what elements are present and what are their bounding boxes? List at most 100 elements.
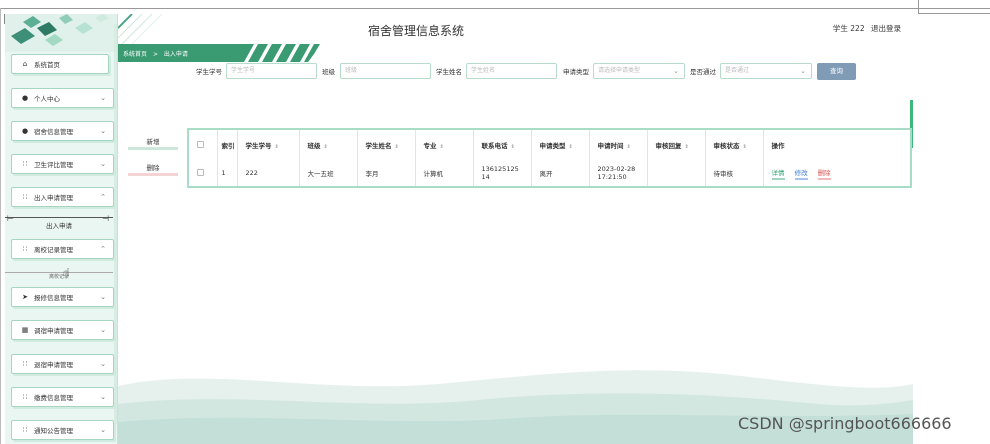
col-label: 审核回复 xyxy=(655,142,682,150)
sidebar-scrollbar[interactable] xyxy=(114,24,117,424)
approved-label: 是否通过 xyxy=(690,68,716,76)
cell-index: 1 xyxy=(216,160,237,186)
sort-icon: ⇕ xyxy=(626,144,631,150)
chevron-up-icon: ⌃ xyxy=(100,193,106,201)
grid-icon: ∷ xyxy=(22,426,28,434)
cell-student-no: 222 xyxy=(236,160,299,186)
col-label: 学生学号 xyxy=(245,142,272,150)
cell-name: 李月 xyxy=(356,160,415,186)
sidebar-item-label: 缴费信息管理 xyxy=(34,394,73,402)
col-label: 学生姓名 xyxy=(365,142,392,150)
student-name-label: 学生姓名 xyxy=(436,68,462,76)
apply-type-placeholder: 请选择申请类型 xyxy=(598,67,641,74)
class-label: 班级 xyxy=(322,68,335,76)
sidebar-item-label: 通知公告管理 xyxy=(34,427,73,435)
col-label: 联系电话 xyxy=(481,142,508,150)
sidebar-item-leave-record[interactable]: ∷ 离校记录管理 ⌃ xyxy=(11,239,114,259)
student-name-placeholder: 学生姓名 xyxy=(471,67,496,74)
col-student-name[interactable]: 学生姓名 ⇕ xyxy=(356,130,415,160)
sidebar-item-home[interactable]: ⌂ 系统首页 xyxy=(11,54,109,74)
chevron-up-icon: ⌃ xyxy=(100,245,106,253)
apply-type-label: 申请类型 xyxy=(563,68,589,76)
divider-tick-icon: ⊢ xyxy=(7,214,14,223)
watermark: CSDN @springboot666666 xyxy=(738,414,952,433)
send-icon: ➤ xyxy=(22,293,28,301)
sidebar-item-label: 出入申请管理 xyxy=(34,194,73,202)
chevron-down-icon: ⌄ xyxy=(100,426,106,434)
chevron-down-icon: ⌄ xyxy=(100,160,106,168)
row-checkbox[interactable] xyxy=(189,160,217,186)
select-all-checkbox[interactable] xyxy=(189,130,217,160)
col-label: 操作 xyxy=(771,142,785,150)
sidebar-item-personal-center[interactable]: ● 个人中心 ⌄ xyxy=(11,88,114,108)
student-name-input[interactable]: 学生姓名 xyxy=(466,63,557,79)
col-student-no[interactable]: 学生学号 ⇕ xyxy=(236,130,299,160)
col-status[interactable]: 审核状态 ⇕ xyxy=(704,130,763,160)
sort-icon: ⇕ xyxy=(742,144,747,150)
col-phone[interactable]: 联系电话 ⇕ xyxy=(472,130,531,160)
grid-icon: ∷ xyxy=(22,393,28,401)
mouse-cursor-icon: ☝ xyxy=(63,266,70,279)
col-major[interactable]: 专业 ⇕ xyxy=(414,130,473,160)
cell-phone: 136125125 14 xyxy=(472,160,531,186)
sidebar-item-checkout[interactable]: ∷ 退宿申请管理 ⌄ xyxy=(11,354,114,374)
cell-major: 计算机 xyxy=(414,160,473,186)
col-label: 班级 xyxy=(307,142,321,150)
checkbox-icon xyxy=(197,140,204,148)
approved-select[interactable]: 是否通过 ⌄ xyxy=(720,63,812,79)
col-operations: 操作 xyxy=(762,130,910,160)
class-placeholder: 班级 xyxy=(345,67,358,74)
class-input[interactable]: 班级 xyxy=(340,63,431,79)
chevron-down-icon: ⌄ xyxy=(100,293,106,301)
chevron-down-icon: ⌄ xyxy=(100,393,106,401)
detail-button[interactable]: 详情 xyxy=(771,167,785,180)
checkbox-icon xyxy=(197,168,204,176)
col-class[interactable]: 班级 ⇕ xyxy=(298,130,357,160)
sidebar-item-notice[interactable]: ∷ 通知公告管理 ⌄ xyxy=(11,420,114,440)
cell-class: 大一五班 xyxy=(298,160,357,186)
user-info: 学生 222 退出登录 xyxy=(829,23,901,34)
sort-icon: ⇕ xyxy=(568,144,573,150)
col-reply[interactable]: 审核回复 ⇕ xyxy=(646,130,705,160)
col-apply-time[interactable]: 申请时间 ⇕ xyxy=(588,130,647,160)
sidebar-item-payment[interactable]: ∷ 缴费信息管理 ⌄ xyxy=(11,387,114,407)
sort-icon: ⇕ xyxy=(394,144,399,150)
phone-line: 14 xyxy=(481,173,490,181)
col-label: 专业 xyxy=(423,142,437,150)
sidebar-item-label: 报修信息管理 xyxy=(34,294,73,302)
grid-icon: ∷ xyxy=(22,245,28,253)
sidebar-item-access-apply[interactable]: ∷ 出入申请管理 ⌃ xyxy=(11,187,114,207)
sort-icon: ⇕ xyxy=(274,144,279,150)
apply-date: 2023-02-28 xyxy=(597,165,636,173)
student-no-input[interactable]: 学生学号 xyxy=(226,63,317,79)
sidebar-item-label: 离校记录管理 xyxy=(34,246,73,254)
cell-apply-type: 离开 xyxy=(530,160,589,186)
sidebar-item-hygiene[interactable]: ∷ 卫生评比管理 ⌄ xyxy=(11,154,114,174)
col-label: 申请类型 xyxy=(539,142,566,150)
window-left-border xyxy=(0,8,1,444)
table-header-row: 索引 学生学号 ⇕ 班级 ⇕ 学生姓名 ⇕ 专业 ⇕ 联系电话 ⇕ 申请类型 ⇕ 申请时间 ⇕… xyxy=(189,130,910,160)
user-icon: ● xyxy=(21,127,29,135)
sidebar-item-room-change[interactable]: ▦ 调宿申请管理 ⌄ xyxy=(11,320,114,340)
edit-button[interactable]: 修改 xyxy=(794,167,808,180)
sidebar-item-dorm-info[interactable]: ● 宿舍信息管理 ⌄ xyxy=(11,121,114,141)
sidebar-item-repair[interactable]: ➤ 报修信息管理 ⌄ xyxy=(11,287,114,307)
grid-icon: ∷ xyxy=(22,193,28,201)
sidebar-subitem-label: 出入申请 xyxy=(46,221,72,230)
apply-type-select[interactable]: 请选择申请类型 ⌄ xyxy=(593,63,685,79)
delete-button[interactable]: 删除 xyxy=(128,163,178,176)
chevron-down-icon: ⌄ xyxy=(100,326,106,334)
sidebar-subitem-leave-record[interactable]: 离校记录 xyxy=(5,272,113,282)
add-button[interactable]: 新增 xyxy=(128,137,178,150)
col-label: 索引 xyxy=(221,142,235,150)
query-button[interactable]: 查询 xyxy=(817,63,856,80)
logout-link[interactable]: 退出登录 xyxy=(871,24,901,33)
chevron-down-icon: ⌄ xyxy=(100,360,106,368)
student-no-placeholder: 学生学号 xyxy=(231,67,256,74)
cell-reply xyxy=(646,160,705,186)
sidebar-subitem-access-apply[interactable]: ⊢ 出入申请 ⊣ xyxy=(5,214,113,231)
breadcrumb-home[interactable]: 系统首页 xyxy=(123,51,147,58)
col-apply-type[interactable]: 申请类型 ⇕ xyxy=(530,130,589,160)
row-delete-button[interactable]: 删除 xyxy=(817,167,831,180)
chevron-down-icon: ⌄ xyxy=(100,127,106,135)
